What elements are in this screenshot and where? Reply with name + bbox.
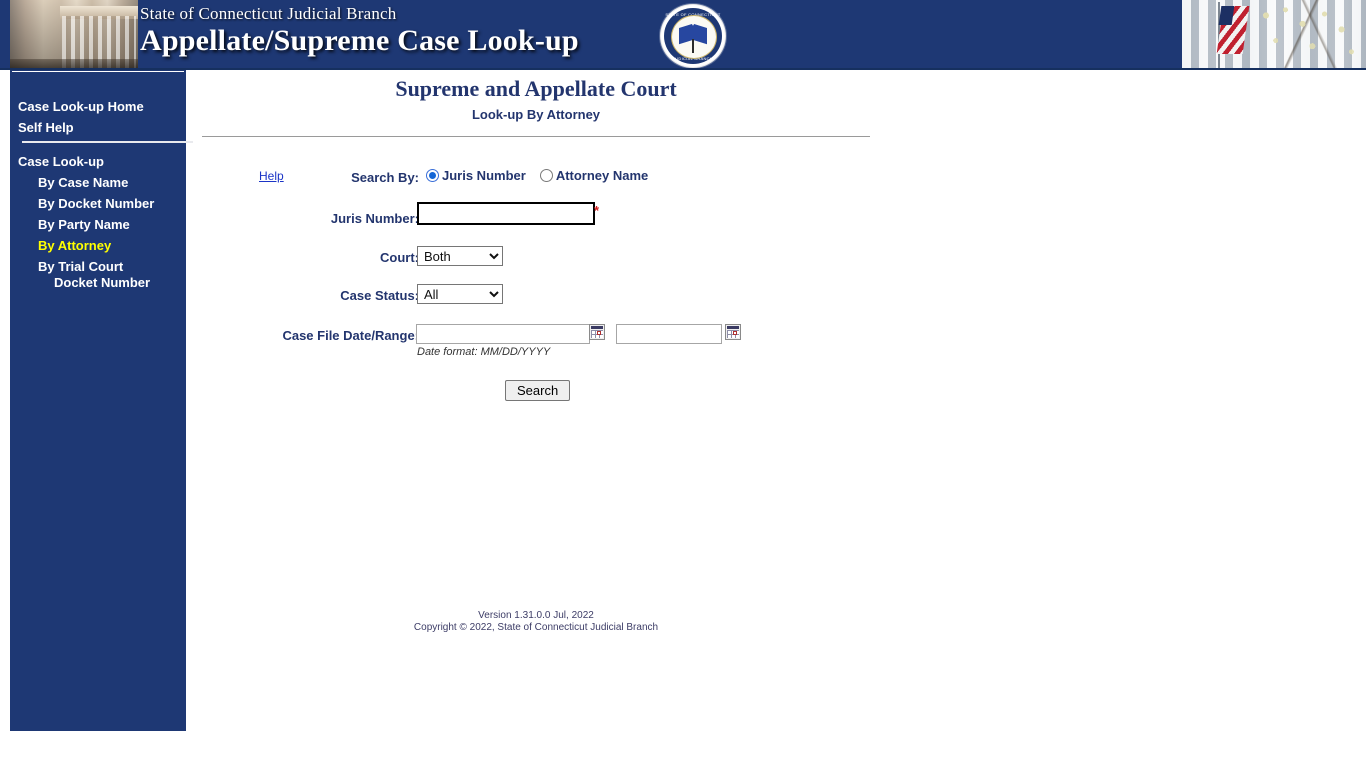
page-title: Supreme and Appellate Court (395, 76, 677, 101)
agency-name: State of Connecticut Judicial Branch (140, 4, 397, 23)
app-title: Appellate/Supreme Case Look-up (140, 24, 579, 57)
sidebar-item-label-line1: By Trial Court (38, 259, 124, 274)
radio-juris-number-label[interactable]: Juris Number (442, 168, 526, 183)
sidebar-divider (22, 141, 193, 143)
sidebar-item-by-case-name[interactable]: By Case Name (10, 172, 186, 193)
page-subtitle: Look-up By Attorney (471, 107, 601, 122)
sidebar-item-by-party-name[interactable]: By Party Name (10, 214, 186, 235)
court-select[interactable]: BothSupremeAppellate (417, 246, 503, 266)
sidebar-item-label-line2: Docket Number (54, 275, 151, 290)
sidebar-item-by-docket-number[interactable]: By Docket Number (10, 193, 186, 214)
sidebar-item-by-trial-court-docket-number[interactable]: By Trial Court Docket Number (10, 256, 186, 291)
sidebar-item-case-lookup-home[interactable]: Case Look-up Home (18, 96, 186, 117)
date-format-hint: Date format: MM/DD/YYYY (417, 346, 551, 358)
calendar-icon-from[interactable] (589, 324, 605, 340)
blossom-branches (1244, 0, 1366, 70)
juris-number-input[interactable] (417, 202, 595, 225)
radio-attorney-name[interactable] (539, 169, 553, 182)
seal-stem (692, 39, 694, 53)
site-banner: State of Connecticut Judicial Branch App… (0, 0, 1366, 70)
juris-number-required-marker: * (594, 203, 600, 218)
sidebar-item-by-attorney[interactable]: By Attorney (10, 235, 186, 256)
us-flag-canton (1218, 6, 1235, 25)
radio-attorney-name-label[interactable]: Attorney Name (556, 168, 648, 183)
sidebar-navigation: Case Look-up Home Self Help Case Look-up… (10, 70, 193, 731)
search-by-radio-group: Juris Number Attorney Name (426, 168, 662, 183)
case-status-select[interactable]: AllPendingClosed (417, 284, 503, 304)
judicial-branch-seal-icon: STATE OF CONNECTICUT JUDICIAL BRANCH (660, 4, 726, 68)
radio-juris-number[interactable] (426, 169, 439, 182)
header-divider (202, 136, 870, 137)
case-file-date-label: Case File Date/Range: (282, 328, 419, 343)
version-text: Version 1.31.0.0 Jul, 2022 (478, 610, 594, 621)
page-footer: Version 1.31.0.0 Jul, 2022 Copyright © 2… (186, 610, 886, 634)
search-by-label: Search By: (351, 170, 419, 185)
sidebar-top-links: Case Look-up Home Self Help (10, 70, 186, 138)
courthouse-photo (10, 0, 138, 70)
search-button[interactable]: Search (505, 380, 571, 401)
copyright-text: Copyright © 2022, State of Connecticut J… (413, 622, 659, 633)
case-status-label: Case Status: (340, 288, 419, 303)
case-file-date-to-input[interactable] (616, 324, 722, 344)
banner-titles: State of Connecticut Judicial Branch App… (140, 4, 579, 60)
juris-number-label: Juris Number: (330, 211, 419, 226)
main-content: Supreme and Appellate Court Look-up By A… (186, 70, 1366, 768)
sidebar-top-line (12, 71, 184, 72)
flag-and-columns-photo (1182, 0, 1366, 70)
case-file-date-from-input[interactable] (416, 324, 590, 344)
sidebar-item-self-help[interactable]: Self Help (18, 117, 186, 138)
calendar-icon-to[interactable] (725, 324, 741, 340)
court-label: Court: (380, 250, 419, 265)
sidebar-group-title-case-lookup: Case Look-up (18, 154, 104, 169)
